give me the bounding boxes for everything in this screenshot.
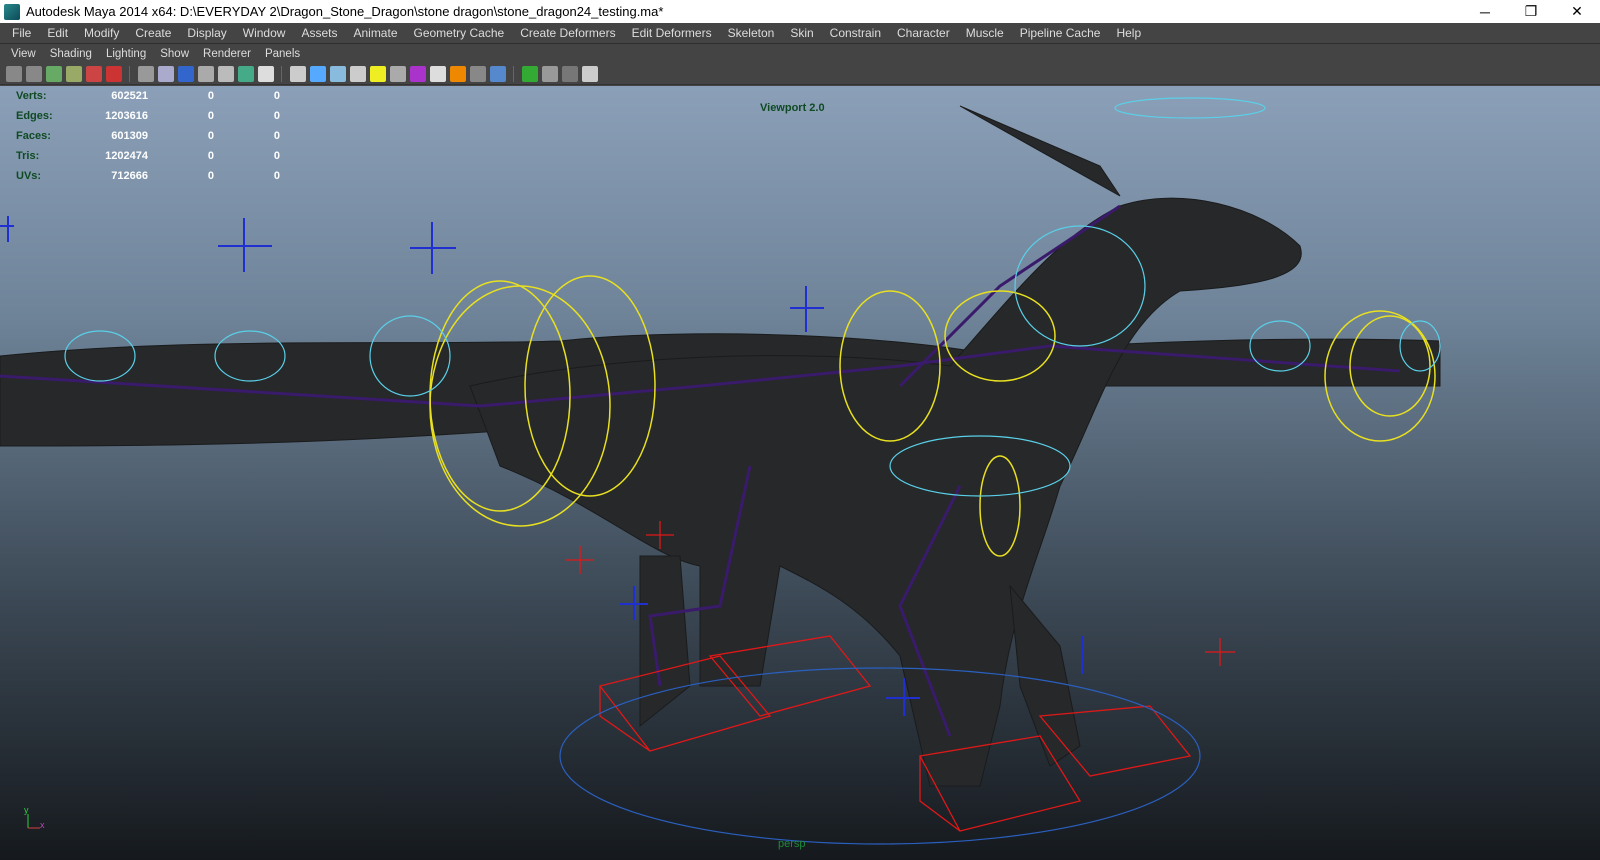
- 2d-pan-icon[interactable]: [86, 65, 102, 82]
- menu-constrain[interactable]: Constrain: [822, 26, 889, 40]
- smooth-shade-icon[interactable]: [310, 65, 326, 82]
- grease-pencil-icon[interactable]: [106, 65, 122, 82]
- field-chart-icon[interactable]: [218, 65, 234, 82]
- minimize-button[interactable]: ─: [1462, 4, 1508, 20]
- stat-row: Verts: 602521 0 0: [16, 86, 280, 106]
- panel-menu-shading[interactable]: Shading: [43, 48, 99, 60]
- stat-a: 0: [207, 150, 214, 162]
- stat-a: 0: [207, 90, 214, 102]
- menu-file[interactable]: File: [4, 26, 39, 40]
- stat-value: 1202474: [105, 150, 148, 162]
- main-menu-bar: File Edit Modify Create Display Window Assets A…: [0, 23, 1600, 44]
- menu-animate[interactable]: Animate: [345, 26, 405, 40]
- film-gate-icon[interactable]: [158, 65, 174, 82]
- wireframe-on-shaded-icon[interactable]: [330, 65, 346, 82]
- stat-label: Faces:: [16, 130, 51, 142]
- wireframe-icon[interactable]: [290, 65, 306, 82]
- axis-gizmo: y x: [24, 805, 45, 830]
- bookmark-icon[interactable]: [46, 65, 62, 82]
- menu-muscle[interactable]: Muscle: [958, 26, 1012, 40]
- menu-geometry-cache[interactable]: Geometry Cache: [406, 26, 513, 40]
- safe-action-icon[interactable]: [238, 65, 254, 82]
- stat-a: 0: [207, 170, 214, 182]
- title-bar: Autodesk Maya 2014 x64: D:\EVERYDAY 2\Dr…: [0, 0, 1600, 23]
- menu-create[interactable]: Create: [127, 26, 179, 40]
- maya-logo-icon: [4, 3, 20, 20]
- menu-help[interactable]: Help: [1108, 26, 1149, 40]
- xray-joints-icon[interactable]: [582, 65, 598, 82]
- camera-icon[interactable]: [6, 65, 22, 82]
- close-button[interactable]: ✕: [1554, 3, 1600, 20]
- stat-label: Verts:: [16, 90, 47, 102]
- stat-row: Tris: 1202474 0 0: [16, 146, 280, 166]
- dragon-model: [0, 105, 1441, 787]
- stat-b: 0: [273, 90, 280, 102]
- gate-mask-icon[interactable]: [198, 65, 214, 82]
- panel-menu-show[interactable]: Show: [153, 48, 196, 60]
- stat-row: Faces: 601309 0 0: [16, 126, 280, 146]
- stat-value: 712666: [111, 170, 148, 182]
- menu-skin[interactable]: Skin: [782, 26, 821, 40]
- panel-menu-view[interactable]: View: [4, 48, 43, 60]
- menu-character[interactable]: Character: [889, 26, 958, 40]
- stat-label: UVs:: [16, 170, 42, 182]
- multisample-icon[interactable]: [470, 65, 486, 82]
- stat-label: Tris:: [16, 150, 40, 162]
- menu-edit[interactable]: Edit: [39, 26, 76, 40]
- stat-b: 0: [273, 130, 280, 142]
- use-all-lights-icon[interactable]: [370, 65, 386, 82]
- menu-assets[interactable]: Assets: [293, 26, 345, 40]
- menu-edit-deformers[interactable]: Edit Deformers: [624, 26, 720, 40]
- menu-skeleton[interactable]: Skeleton: [720, 26, 783, 40]
- camera-label: persp: [778, 838, 806, 850]
- window-title: Autodesk Maya 2014 x64: D:\EVERYDAY 2\Dr…: [26, 4, 664, 19]
- renderer-label: Viewport 2.0: [760, 102, 825, 114]
- panel-menu-bar: View Shading Lighting Show Renderer Panels: [0, 44, 1600, 63]
- stat-b: 0: [273, 110, 280, 122]
- ambient-occlusion-icon[interactable]: [430, 65, 446, 82]
- stat-a: 0: [207, 110, 214, 122]
- viewport-3d[interactable]: Verts: 602521 0 0 Edges: 1203616 0 0 Faces: 60130…: [0, 86, 1600, 860]
- toolbar-separator: [513, 65, 515, 82]
- motion-blur-icon[interactable]: [450, 65, 466, 82]
- stat-b: 0: [273, 170, 280, 182]
- textured-icon[interactable]: [350, 65, 366, 82]
- stat-value: 601309: [111, 130, 148, 142]
- xray-active-icon[interactable]: [562, 65, 578, 82]
- shadows-icon[interactable]: [390, 65, 406, 82]
- axis-y-label: y: [24, 805, 29, 815]
- stat-row: UVs: 712666 0 0: [16, 166, 280, 186]
- panel-toolbar: [0, 63, 1600, 85]
- image-plane-icon[interactable]: [66, 65, 82, 82]
- stat-row: Edges: 1203616 0 0: [16, 106, 280, 126]
- toolbar-separator: [129, 65, 131, 82]
- stat-label: Edges:: [16, 110, 53, 122]
- stat-a: 0: [207, 130, 214, 142]
- isolate-select-icon[interactable]: [522, 65, 538, 82]
- heads-up-poly-count: Verts: 602521 0 0 Edges: 1203616 0 0 Faces: 60130…: [16, 86, 280, 186]
- menu-display[interactable]: Display: [179, 26, 234, 40]
- high-quality-icon[interactable]: [410, 65, 426, 82]
- restore-button[interactable]: ❐: [1508, 3, 1554, 20]
- anti-alias-icon[interactable]: [490, 65, 506, 82]
- xray-icon[interactable]: [542, 65, 558, 82]
- menu-window[interactable]: Window: [235, 26, 294, 40]
- scene: [0, 97, 1441, 845]
- camera-attr-icon[interactable]: [26, 65, 42, 82]
- stat-b: 0: [273, 150, 280, 162]
- panel-menu-renderer[interactable]: Renderer: [196, 48, 258, 60]
- menu-modify[interactable]: Modify: [76, 26, 127, 40]
- resolution-gate-icon[interactable]: [178, 65, 194, 82]
- safe-title-icon[interactable]: [258, 65, 274, 82]
- panel-menu-lighting[interactable]: Lighting: [99, 48, 153, 60]
- panel-menu-panels[interactable]: Panels: [258, 48, 307, 60]
- stat-value: 602521: [111, 90, 148, 102]
- menu-create-deformers[interactable]: Create Deformers: [512, 26, 623, 40]
- stat-value: 1203616: [105, 110, 148, 122]
- axis-x-label: x: [40, 820, 45, 830]
- menu-pipeline-cache[interactable]: Pipeline Cache: [1012, 26, 1109, 40]
- grid-icon[interactable]: [138, 65, 154, 82]
- toolbar-separator: [281, 65, 283, 82]
